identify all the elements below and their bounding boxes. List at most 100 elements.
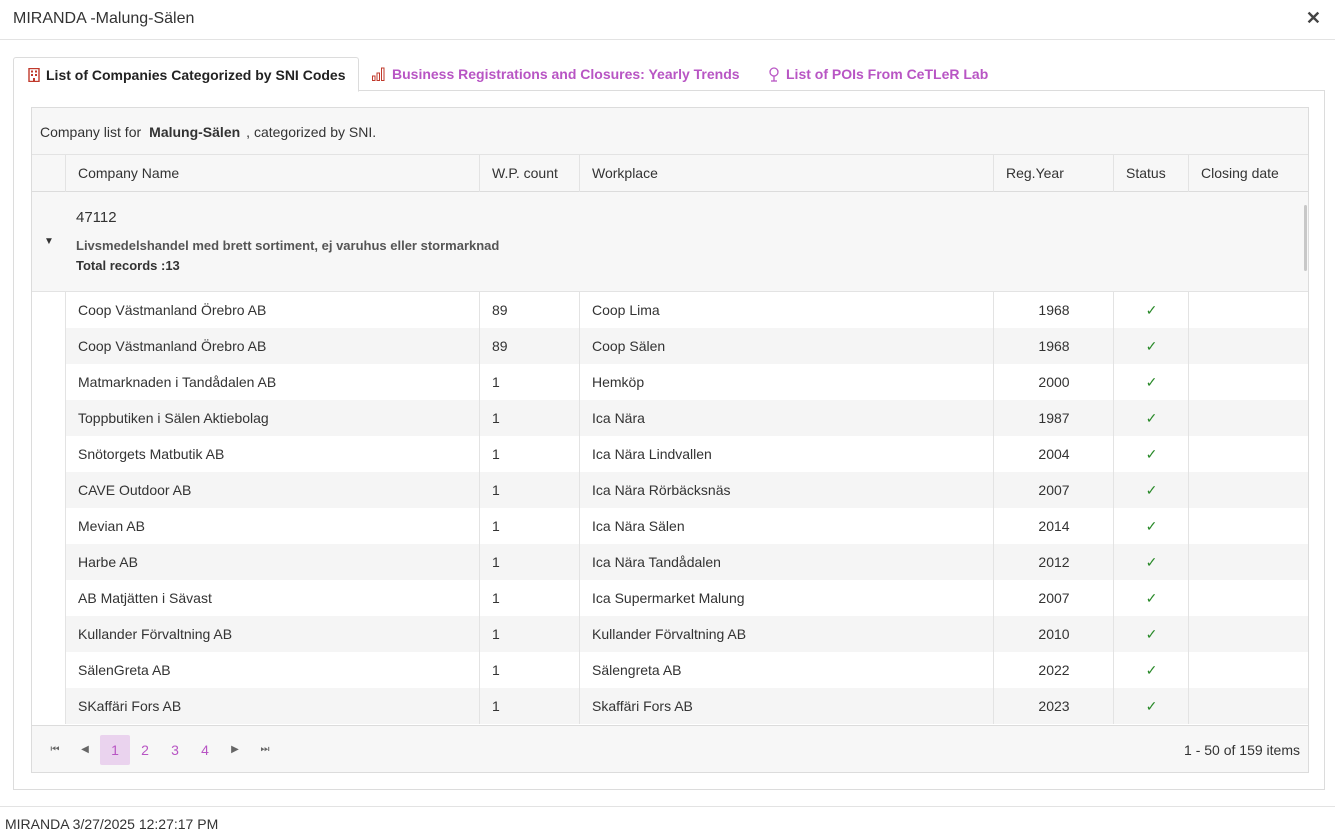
column-header-workplace[interactable]: Workplace xyxy=(579,155,994,192)
table-row[interactable]: Coop Västmanland Örebro AB 89 Coop Sälen 19… xyxy=(32,328,1308,364)
sni-description: Livsmedelshandel med brett sortiment, ej… xyxy=(76,238,500,253)
cell-workplace: Coop Lima xyxy=(579,292,994,328)
cell-reg-year: 2022 xyxy=(993,652,1114,688)
table-row[interactable]: Matmarknaden i Tandådalen AB 1 Hemköp 2000 ✓ xyxy=(32,364,1308,400)
cell-wp-count: 89 xyxy=(479,328,580,364)
cell-workplace: Skaffäri Fors AB xyxy=(579,688,994,724)
prev-page-icon[interactable]: ◀ xyxy=(70,735,100,765)
column-header-company-name[interactable]: Company Name xyxy=(65,155,480,192)
page-button-2[interactable]: 2 xyxy=(130,735,160,765)
cell-workplace: Ica Nära Rörbäcksnäs xyxy=(579,472,994,508)
cell-reg-year: 1968 xyxy=(993,328,1114,364)
column-header-status[interactable]: Status xyxy=(1113,155,1189,192)
status-check-icon: ✓ xyxy=(1113,580,1189,616)
cell-company-name: Toppbutiken i Sälen Aktiebolag xyxy=(65,400,480,436)
grid-header: Company Name W.P. count Workplace Reg.Ye… xyxy=(32,155,1308,192)
cell-workplace: Coop Sälen xyxy=(579,328,994,364)
first-page-icon[interactable]: ⏮ xyxy=(40,735,70,765)
table-row[interactable]: SälenGreta AB 1 Sälengreta AB 2022 ✓ xyxy=(32,652,1308,688)
cell-company-name: Coop Västmanland Örebro AB xyxy=(65,328,480,364)
status-check-icon: ✓ xyxy=(1113,508,1189,544)
cell-company-name: Matmarknaden i Tandådalen AB xyxy=(65,364,480,400)
page-button-3[interactable]: 3 xyxy=(160,735,190,765)
cell-closing-date xyxy=(1188,436,1308,472)
cell-closing-date xyxy=(1188,508,1308,544)
toolbar-suffix: , categorized by SNI. xyxy=(246,124,377,140)
cell-company-name: CAVE Outdoor AB xyxy=(65,472,480,508)
table-row[interactable]: Toppbutiken i Sälen Aktiebolag 1 Ica Nära 1… xyxy=(32,400,1308,436)
status-check-icon: ✓ xyxy=(1113,400,1189,436)
cell-reg-year: 2000 xyxy=(993,364,1114,400)
tab-panel: List of Companies Categorized by SNI Cod… xyxy=(13,57,1325,790)
table-row[interactable]: AB Matjätten i Sävast 1 Ica Supermarket Ma… xyxy=(32,580,1308,616)
cell-wp-count: 1 xyxy=(479,688,580,724)
table-row[interactable]: Coop Västmanland Örebro AB 89 Coop Lima 196… xyxy=(32,292,1308,328)
cell-workplace: Kullander Förvaltning AB xyxy=(579,616,994,652)
table-row[interactable]: Snötorgets Matbutik AB 1 Ica Nära Lindvall… xyxy=(32,436,1308,472)
status-check-icon: ✓ xyxy=(1113,616,1189,652)
cell-reg-year: 1968 xyxy=(993,292,1114,328)
tab-yearly-trends[interactable]: Business Registrations and Closures: Yea… xyxy=(372,57,740,91)
cell-company-name: SälenGreta AB xyxy=(65,652,480,688)
window-title: MIRANDA -Malung-Sälen xyxy=(13,10,195,27)
cell-wp-count: 1 xyxy=(479,544,580,580)
map-pin-icon xyxy=(769,66,779,82)
tab-companies-by-sni[interactable]: List of Companies Categorized by SNI Cod… xyxy=(13,57,359,92)
vertical-scrollbar[interactable] xyxy=(1304,205,1307,271)
cell-wp-count: 1 xyxy=(479,364,580,400)
cell-closing-date xyxy=(1188,400,1308,436)
cell-company-name: Snötorgets Matbutik AB xyxy=(65,436,480,472)
page-button-4[interactable]: 4 xyxy=(190,735,220,765)
column-header-wp-count[interactable]: W.P. count xyxy=(479,155,580,192)
collapse-arrow-icon[interactable]: ▼ xyxy=(44,236,54,247)
cell-workplace: Ica Nära xyxy=(579,400,994,436)
cell-reg-year: 2007 xyxy=(993,472,1114,508)
last-page-icon[interactable]: ⏭ xyxy=(250,735,280,765)
table-row[interactable]: Mevian AB 1 Ica Nära Sälen 2014 ✓ xyxy=(32,508,1308,544)
cell-company-name: Coop Västmanland Örebro AB xyxy=(65,292,480,328)
cell-workplace: Sälengreta AB xyxy=(579,652,994,688)
status-check-icon: ✓ xyxy=(1113,364,1189,400)
tab-pois-cetler[interactable]: List of POIs From CeTLeR Lab xyxy=(768,57,988,91)
cell-closing-date xyxy=(1188,652,1308,688)
company-grid: Company list for Malung-Sälen , categorize… xyxy=(31,107,1309,773)
cell-workplace: Ica Nära Lindvallen xyxy=(579,436,994,472)
cell-company-name: Mevian AB xyxy=(65,508,480,544)
cell-company-name: SKaffäri Fors AB xyxy=(65,688,480,724)
toolbar-place: Malung-Sälen xyxy=(149,124,241,140)
column-header-closing-date[interactable]: Closing date xyxy=(1188,155,1308,192)
status-check-icon: ✓ xyxy=(1113,436,1189,472)
cell-reg-year: 2004 xyxy=(993,436,1114,472)
status-check-icon: ✓ xyxy=(1113,472,1189,508)
cell-wp-count: 1 xyxy=(479,472,580,508)
cell-wp-count: 1 xyxy=(479,580,580,616)
cell-workplace: Hemköp xyxy=(579,364,994,400)
next-page-icon[interactable]: ▶ xyxy=(220,735,250,765)
table-row[interactable]: SKaffäri Fors AB 1 Skaffäri Fors AB 2023 ✓ xyxy=(32,688,1308,724)
tab-content: Company list for Malung-Sälen , categorize… xyxy=(13,91,1325,790)
cell-closing-date xyxy=(1188,472,1308,508)
table-row[interactable]: Kullander Förvaltning AB 1 Kullander Förva… xyxy=(32,616,1308,652)
status-footer: MIRANDA 3/27/2025 12:27:17 PM xyxy=(0,806,1335,835)
group-total: Total records :13 xyxy=(76,258,180,273)
table-row[interactable]: CAVE Outdoor AB 1 Ica Nära Rörbäcksnäs 2007… xyxy=(32,472,1308,508)
close-icon[interactable]: ✕ xyxy=(1306,8,1321,29)
cell-closing-date xyxy=(1188,688,1308,724)
pager-info: 1 - 50 of 159 items xyxy=(1184,742,1300,758)
column-header-reg-year[interactable]: Reg.Year xyxy=(993,155,1114,192)
cell-closing-date xyxy=(1188,292,1308,328)
status-check-icon: ✓ xyxy=(1113,328,1189,364)
cell-wp-count: 1 xyxy=(479,616,580,652)
bar-chart-icon xyxy=(372,67,385,81)
page-button-1[interactable]: 1 xyxy=(100,735,130,765)
cell-closing-date xyxy=(1188,580,1308,616)
cell-reg-year: 2007 xyxy=(993,580,1114,616)
cell-wp-count: 1 xyxy=(479,436,580,472)
cell-closing-date xyxy=(1188,616,1308,652)
cell-reg-year: 2012 xyxy=(993,544,1114,580)
cell-closing-date xyxy=(1188,544,1308,580)
tab-strip: List of Companies Categorized by SNI Cod… xyxy=(13,57,1325,92)
cell-wp-count: 1 xyxy=(479,652,580,688)
group-header: ▼ 47112 Livsmedelshandel med brett sorti… xyxy=(32,192,1308,292)
table-row[interactable]: Harbe AB 1 Ica Nära Tandådalen 2012 ✓ xyxy=(32,544,1308,580)
